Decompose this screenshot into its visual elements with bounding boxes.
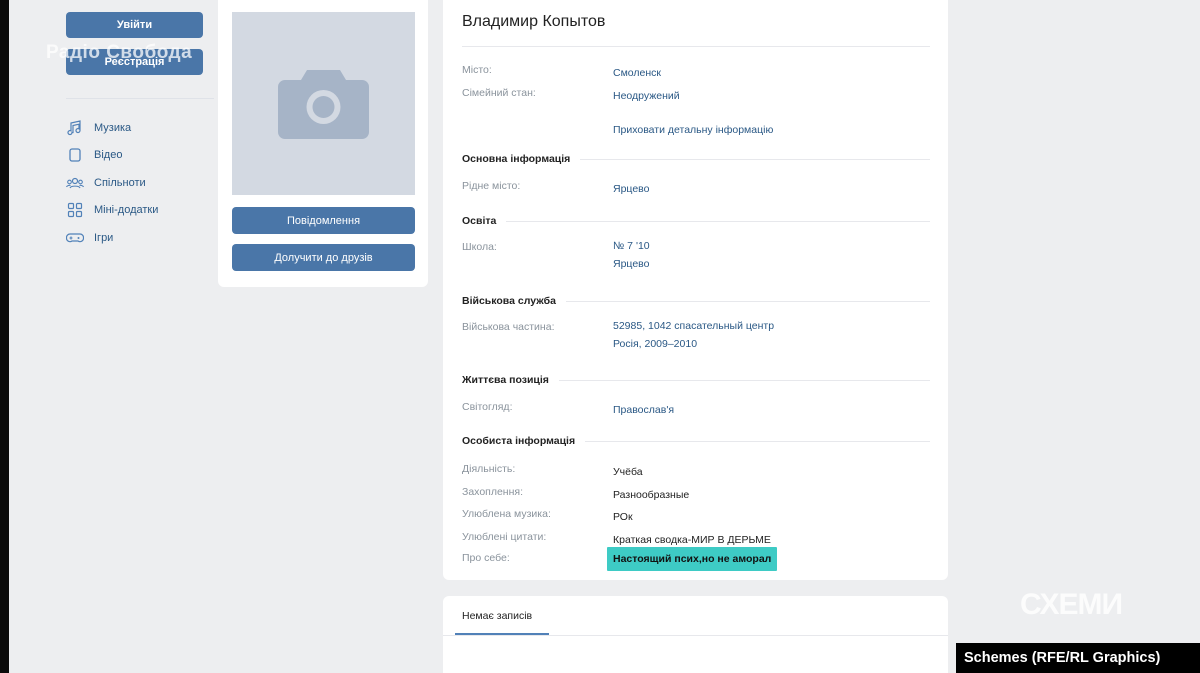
profile-photo-placeholder[interactable]	[232, 12, 415, 195]
profile-photo-card: Повідомлення Долучити до друзів	[218, 0, 428, 287]
unit-country-value[interactable]: Росія, 2009–2010	[613, 335, 697, 353]
city-value[interactable]: Смоленск	[613, 64, 661, 82]
section-title: Основна інформація	[462, 153, 571, 165]
schemes-logo-watermark: СХЕМИ	[1020, 588, 1123, 621]
wall-tab-underline	[455, 633, 549, 635]
sidebar-item-label: Спільноти	[94, 176, 146, 189]
hometown-value[interactable]: Ярцево	[613, 180, 649, 198]
section-line	[506, 220, 930, 222]
profile-info-card: Владимир Копытов Місто: Смоленск Сімейни…	[443, 0, 948, 580]
section-title: Життєва позиція	[462, 374, 549, 386]
interests-value: Разнообразные	[613, 489, 690, 501]
sidebar-item-label: Міні-додатки	[94, 204, 159, 217]
left-black-strip	[0, 0, 9, 673]
camera-icon	[278, 70, 369, 139]
section-line	[558, 379, 930, 381]
name-divider	[462, 46, 930, 47]
send-message-button[interactable]: Повідомлення	[232, 207, 415, 234]
apps-grid-icon	[66, 201, 84, 219]
wall-tab-no-posts[interactable]: Немає записів	[462, 610, 532, 622]
sidebar-item-video[interactable]: Відео	[66, 142, 158, 170]
music-value: РОк	[613, 511, 633, 523]
section-line	[580, 158, 930, 160]
sidebar-divider	[66, 98, 214, 99]
hide-details-link[interactable]: Приховати детальну інформацію	[613, 121, 773, 139]
worldview-label: Світогляд:	[462, 401, 513, 413]
section-life-position: Життєва позиція	[462, 373, 930, 387]
profile-name: Владимир Копытов	[462, 13, 606, 30]
communities-icon	[66, 174, 84, 192]
sidebar-item-music[interactable]: Музика	[66, 114, 158, 142]
section-military: Військова служба	[462, 294, 930, 308]
sidebar-item-games[interactable]: Ігри	[66, 224, 158, 252]
school-label: Школа:	[462, 241, 497, 253]
activity-label: Діяльність:	[462, 463, 516, 475]
school-value[interactable]: № 7 '10	[613, 237, 650, 255]
section-education: Освіта	[462, 214, 930, 228]
section-line	[565, 300, 930, 302]
unit-value[interactable]: 52985, 1042 спасательный центр	[613, 317, 774, 335]
music-note-icon	[66, 119, 84, 137]
city-label: Місто:	[462, 64, 492, 76]
section-personal: Особиста інформація	[462, 434, 930, 448]
section-line	[585, 440, 930, 442]
about-label: Про себе:	[462, 552, 510, 564]
sidebar-menu: Музика Відео Спільноти Міні-додатки Ігри	[66, 114, 158, 252]
section-title: Особиста інформація	[462, 435, 576, 447]
unit-label: Військова частина:	[462, 321, 555, 333]
wall-divider	[443, 635, 948, 636]
section-title: Освіта	[462, 215, 497, 227]
sidebar-item-label: Відео	[94, 149, 123, 162]
section-main-info: Основна інформація	[462, 152, 930, 166]
screen: Увійти Реєстрація Радіо Свобода Музика В…	[0, 0, 1200, 673]
worldview-value[interactable]: Православ'я	[613, 401, 674, 419]
image-credit: Schemes (RFE/RL Graphics)	[956, 643, 1200, 673]
interests-label: Захоплення:	[462, 486, 524, 498]
video-icon	[66, 146, 84, 164]
sidebar-item-label: Музика	[94, 121, 132, 134]
section-title: Військова служба	[462, 295, 556, 307]
add-friend-button[interactable]: Долучити до друзів	[232, 244, 415, 271]
wall-card: Немає записів	[443, 596, 948, 673]
radio-svoboda-watermark: Радіо Свобода	[46, 42, 193, 63]
status-label: Сімейний стан:	[462, 87, 536, 99]
sidebar-item-mini-apps[interactable]: Міні-додатки	[66, 197, 158, 225]
sidebar-item-label: Ігри	[94, 231, 114, 244]
school-city-value[interactable]: Ярцево	[613, 255, 649, 273]
sidebar-item-communities[interactable]: Спільноти	[66, 169, 158, 197]
activity-value: Учёба	[613, 466, 643, 478]
gamepad-icon	[66, 229, 84, 247]
quotes-label: Улюблені цитати:	[462, 531, 547, 543]
status-value[interactable]: Неодружений	[613, 87, 680, 105]
music-label: Улюблена музика:	[462, 508, 551, 520]
hometown-label: Рідне місто:	[462, 180, 521, 192]
about-value-highlighted: Настоящий псих,но не аморал	[607, 547, 778, 571]
login-button[interactable]: Увійти	[66, 12, 203, 38]
